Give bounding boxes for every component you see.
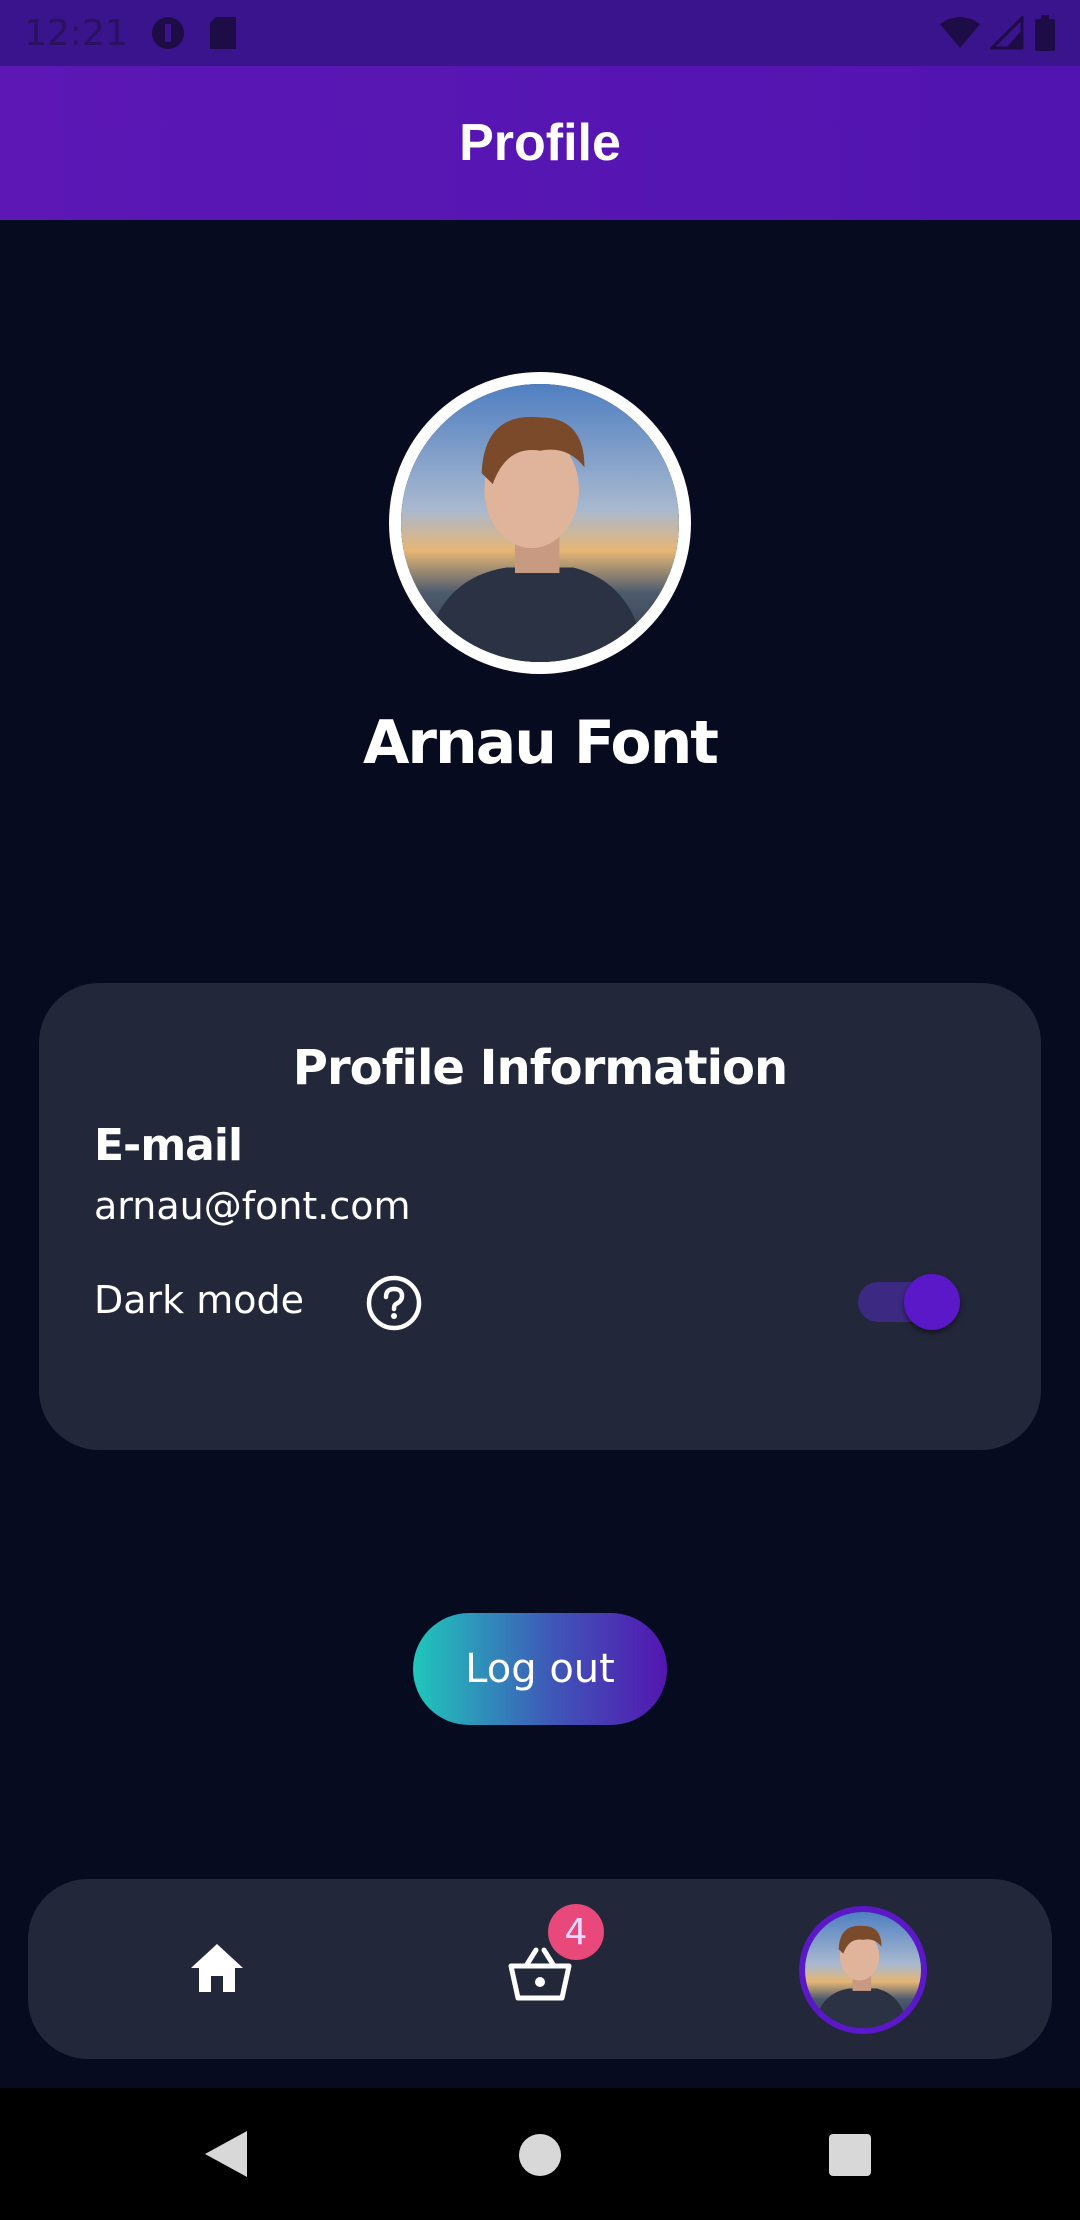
back-icon[interactable] xyxy=(203,2129,249,2179)
home-icon[interactable] xyxy=(187,1940,247,1996)
vpn-icon xyxy=(151,17,184,49)
logout-button[interactable]: Log out xyxy=(413,1613,667,1725)
card-title: Profile Information xyxy=(292,1040,788,1096)
dark-mode-toggle-knob[interactable] xyxy=(904,1274,960,1330)
battery-icon xyxy=(1035,15,1055,51)
email-label: E-mail xyxy=(94,1120,243,1171)
user-name: Arnau Font xyxy=(362,708,719,778)
profile-photo xyxy=(401,384,679,662)
dark-mode-label: Dark mode xyxy=(94,1278,305,1322)
profile-avatar xyxy=(389,372,691,674)
nav-profile-avatar[interactable] xyxy=(799,1906,927,2034)
status-bar: 12:21 xyxy=(0,0,1080,66)
app-bar: Profile xyxy=(0,66,1080,220)
recents-square-icon[interactable] xyxy=(829,2134,871,2176)
status-time: 12:21 xyxy=(24,12,128,54)
signal-icon xyxy=(990,16,1024,50)
help-icon[interactable] xyxy=(365,1274,423,1332)
sd-card-icon xyxy=(209,17,236,49)
wifi-icon xyxy=(940,17,980,48)
status-bar-right xyxy=(940,15,1056,51)
profile-photo xyxy=(805,1912,921,2028)
email-value: arnau@font.com xyxy=(94,1184,411,1228)
status-bar-left: 12:21 xyxy=(24,13,238,54)
cart-badge: 4 xyxy=(548,1904,604,1960)
page-title: Profile xyxy=(459,114,621,172)
home-circle-icon[interactable] xyxy=(519,2134,561,2176)
